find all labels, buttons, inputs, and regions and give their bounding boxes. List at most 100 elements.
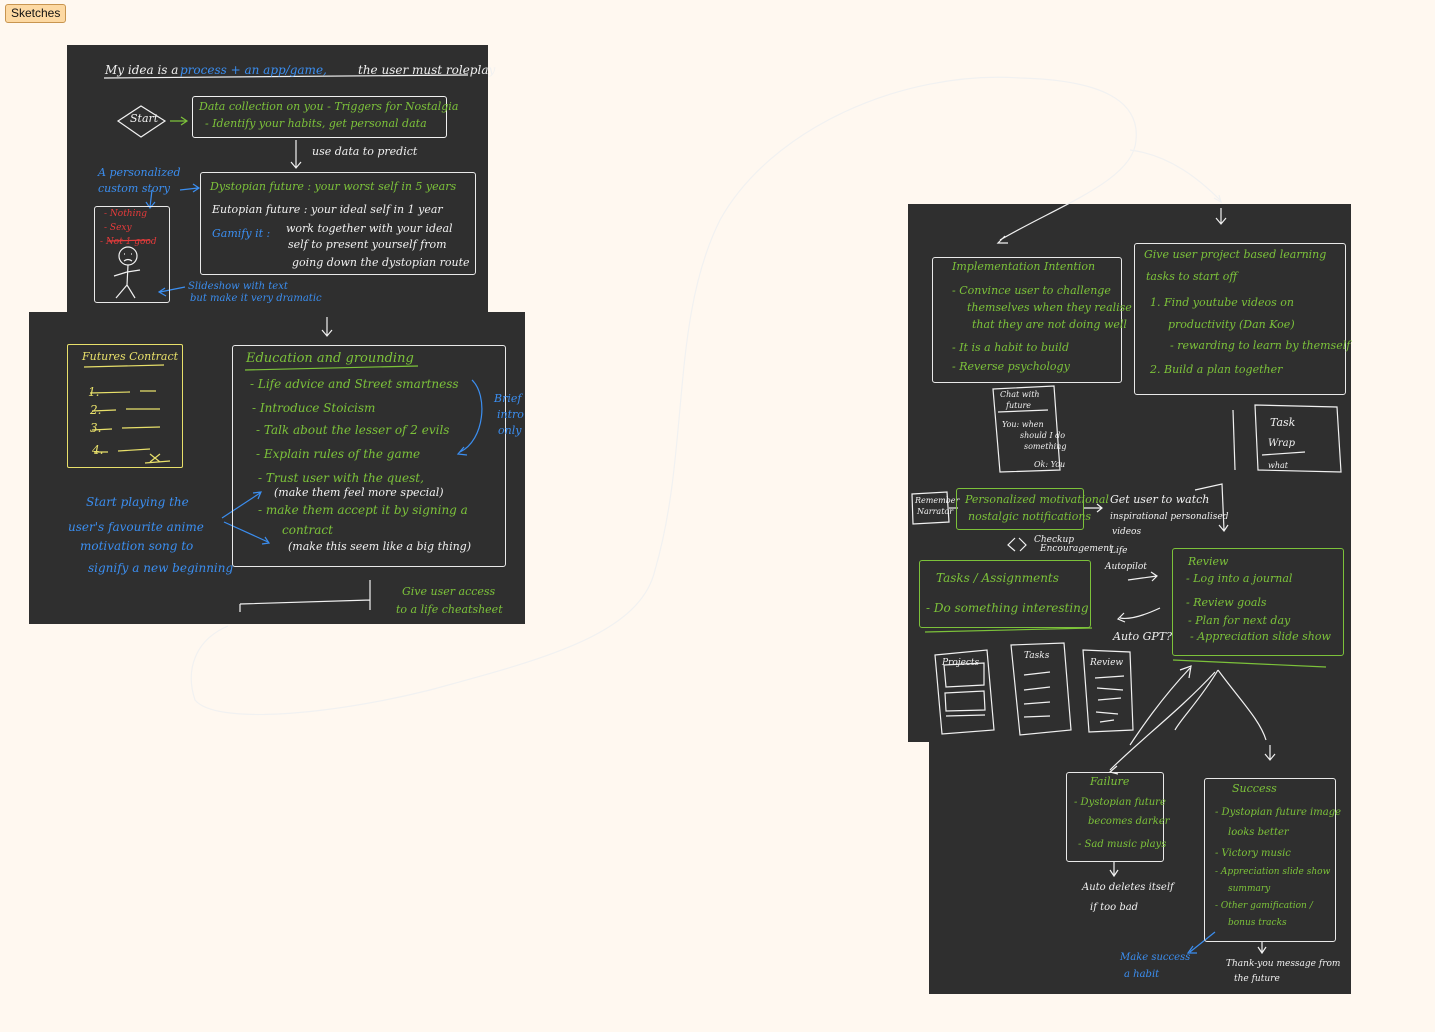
success-item-2: looks better bbox=[1228, 827, 1289, 838]
edu-item-4: - Explain rules of the game bbox=[256, 447, 421, 461]
review-title: Review bbox=[1188, 555, 1229, 568]
education-title: Education and grounding bbox=[246, 351, 414, 366]
checkup-line-2: Encouragement bbox=[1040, 544, 1113, 554]
impl-item-5: - Reverse psychology bbox=[952, 360, 1070, 373]
personalized-note-1: A personalized bbox=[98, 166, 181, 179]
task-line-3: what bbox=[1268, 461, 1288, 470]
dystopian-line: Dystopian future : your worst self in 5 … bbox=[210, 180, 457, 193]
impl-item-3: that they are not doing well bbox=[972, 318, 1127, 331]
music-note-4: signify a new beginning bbox=[88, 561, 234, 575]
success-item-1: - Dystopian future image bbox=[1215, 807, 1342, 818]
red-note-2: - Sexy bbox=[104, 223, 132, 233]
contract-line-3: 3. bbox=[90, 421, 102, 435]
remember-line-1: Remember bbox=[915, 496, 960, 505]
autogpt-label: Auto GPT? bbox=[1113, 630, 1172, 643]
success-title: Success bbox=[1232, 782, 1277, 795]
red-note-1: - Nothing bbox=[104, 209, 148, 219]
contract-line-4: 4. bbox=[92, 443, 104, 457]
cheatsheet-note-1: Give user access bbox=[402, 585, 496, 598]
proj-line-5: - rewarding to learn by themself bbox=[1170, 339, 1351, 352]
impl-title: Implementation Intention bbox=[952, 260, 1096, 273]
contract-line-2: 2. bbox=[90, 403, 102, 417]
proj-line-4: productivity (Dan Koe) bbox=[1168, 318, 1295, 331]
task-line-2: Wrap bbox=[1268, 438, 1295, 449]
data-line-1: Data collection on you - Triggers for No… bbox=[199, 100, 459, 113]
remember-line-2: Narrator bbox=[917, 507, 954, 516]
music-note-1: Start playing the bbox=[86, 495, 189, 509]
start-node: Start bbox=[130, 112, 159, 125]
phone-review-label: Review bbox=[1090, 658, 1124, 668]
failure-item-1: - Dystopian future bbox=[1074, 797, 1166, 808]
idea-title-b: process + an app/game, bbox=[180, 63, 327, 77]
chat-line-4: should I do bbox=[1020, 431, 1066, 440]
failure-item-2: becomes darker bbox=[1088, 816, 1170, 827]
gamify-label: Gamify it : bbox=[212, 227, 271, 240]
chat-line-5: something bbox=[1024, 442, 1067, 451]
proj-line-3: 1. Find youtube videos on bbox=[1150, 296, 1294, 309]
life-line-2: Autopilot bbox=[1105, 562, 1147, 572]
success-item-4: - Appreciation slide show bbox=[1215, 867, 1331, 877]
gamify-line-2: work together with your ideal bbox=[286, 222, 453, 235]
auto-delete-2: if too bad bbox=[1090, 902, 1139, 913]
edu-item-3: - Talk about the lesser of 2 evils bbox=[256, 423, 450, 437]
habit-note-2: a habit bbox=[1124, 969, 1160, 980]
thanks-line-1: Thank-you message from bbox=[1226, 959, 1341, 969]
edu-item-5: - Trust user with the quest, bbox=[258, 471, 424, 485]
brief-note-3: only bbox=[498, 424, 522, 437]
edu-item-2: - Introduce Stoicism bbox=[252, 401, 376, 415]
music-note-2: user's favourite anime bbox=[68, 520, 204, 534]
eutopian-line: Eutopian future : your ideal self in 1 y… bbox=[212, 203, 443, 216]
red-note-3: - Not 1 good bbox=[100, 237, 157, 247]
edu-item-7: - make them accept it by signing a bbox=[258, 503, 468, 517]
success-item-6: - Other gamification / bbox=[1215, 901, 1313, 911]
life-line-1: Life bbox=[1110, 546, 1128, 556]
use-data-label: use data to predict bbox=[312, 145, 418, 158]
chat-line-3: You: when bbox=[1002, 420, 1044, 429]
failure-title: Failure bbox=[1090, 775, 1130, 788]
tasks-title: Tasks / Assignments bbox=[936, 571, 1059, 585]
music-note-3: motivation song to bbox=[80, 539, 194, 553]
chat-line-6: Ok: You bbox=[1034, 460, 1066, 469]
brief-note-2: intro bbox=[497, 408, 524, 421]
auto-delete-1: Auto deletes itself bbox=[1082, 882, 1174, 893]
data-line-2: - Identify your habits, get personal dat… bbox=[205, 117, 427, 130]
habit-note-1: Make success bbox=[1120, 952, 1191, 963]
thanks-line-2: the future bbox=[1234, 974, 1280, 984]
review-item-3: - Plan for next day bbox=[1188, 614, 1291, 627]
notif-line-1: Personalized motivational bbox=[965, 493, 1109, 506]
contract-title: Futures Contract bbox=[82, 350, 179, 363]
review-item-2: - Review goals bbox=[1186, 596, 1267, 609]
edu-item-9: (make this seem like a big thing) bbox=[288, 540, 472, 553]
proj-line-1: Give user project based learning bbox=[1144, 248, 1327, 261]
watch-line-2: inspirational personalised bbox=[1110, 512, 1229, 522]
impl-item-1: - Convince user to challenge bbox=[952, 284, 1111, 297]
edu-item-8: contract bbox=[282, 523, 333, 537]
proj-line-6: 2. Build a plan together bbox=[1150, 363, 1283, 376]
edu-item-1: - Life advice and Street smartness bbox=[250, 377, 459, 391]
watch-line-1: Get user to watch bbox=[1110, 493, 1210, 506]
task-line-1: Task bbox=[1270, 416, 1296, 429]
gamify-line-3: self to present yourself from bbox=[288, 238, 447, 251]
watch-line-3: videos bbox=[1112, 527, 1142, 537]
phone-projects-label: Projects bbox=[942, 658, 980, 668]
review-item-4: - Appreciation slide show bbox=[1190, 630, 1331, 643]
notif-line-2: nostalgic notifications bbox=[968, 510, 1092, 523]
phone-tasks-label: Tasks bbox=[1024, 651, 1050, 661]
chat-line-1: Chat with bbox=[1000, 390, 1040, 399]
impl-item-2: themselves when they realise bbox=[967, 301, 1132, 314]
idea-title-a: My idea is a bbox=[105, 63, 179, 77]
success-item-3: - Victory music bbox=[1215, 848, 1291, 859]
failure-item-3: - Sad music plays bbox=[1078, 839, 1167, 850]
proj-line-2: tasks to start off bbox=[1146, 270, 1238, 283]
slideshow-frame bbox=[94, 206, 170, 303]
chat-line-2: future bbox=[1006, 401, 1032, 410]
personalized-note-2: custom story bbox=[98, 182, 171, 195]
brief-note-1: Brief bbox=[494, 392, 522, 405]
tasks-item-1: - Do something interesting bbox=[926, 601, 1089, 615]
gamify-line-4: going down the dystopian route bbox=[292, 256, 470, 269]
slideshow-note-2: but make it very dramatic bbox=[190, 293, 322, 304]
edu-item-6: (make them feel more special) bbox=[274, 486, 444, 499]
impl-item-4: - It is a habit to build bbox=[952, 341, 1070, 354]
success-item-7: bonus tracks bbox=[1228, 918, 1287, 928]
contract-line-1: 1. bbox=[88, 385, 100, 399]
